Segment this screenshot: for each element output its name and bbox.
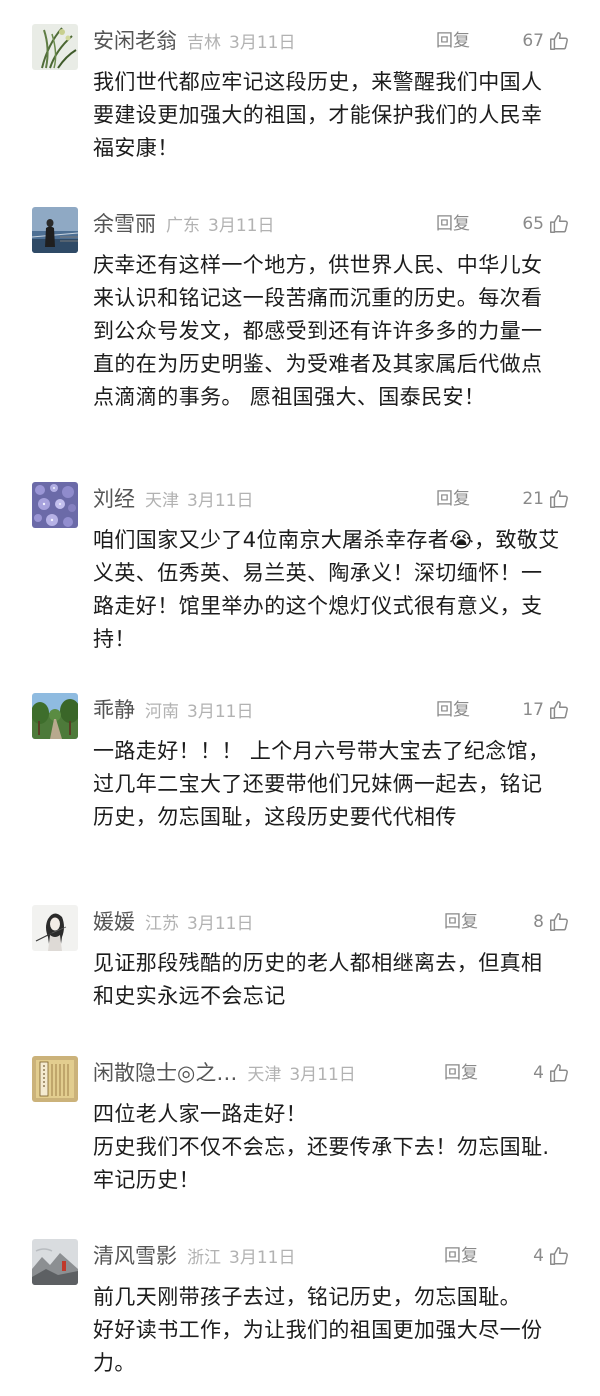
thumbs-up-icon <box>550 913 568 931</box>
avatar[interactable] <box>32 482 78 528</box>
reply-button[interactable]: 回复 <box>444 905 478 939</box>
comment-text: 我们世代都应牢记这段历史，来警醒我们中国人要建设更加强大的祖国，才能保护我们的人… <box>93 66 562 165</box>
like-button[interactable]: 8 <box>533 905 570 939</box>
username[interactable]: 闲散隐士◎之… <box>93 1061 237 1085</box>
comment-text: 见证那段残酷的历史的老人都相继离去，但真相和史实永远不会忘记 <box>93 947 562 1013</box>
like-button[interactable]: 17 <box>522 693 570 727</box>
region: 天津 <box>145 491 179 511</box>
reply-button[interactable]: 回复 <box>444 1056 478 1090</box>
thumbs-up-icon <box>550 1064 568 1082</box>
comment-text: 四位老人家一路走好！ 历史我们不仅不会忘，还要传承下去！勿忘国耻.牢记历史！ <box>93 1098 562 1197</box>
comment-paragraph: 一路走好！！！ 上个月六号带大宝去了纪念馆，过几年二宝大了还要带他们兄妹俩一起去… <box>93 739 550 829</box>
comment-text: 咱们国家又少了4位南京大屠杀幸存者😭，致敬艾义英、伍秀英、易兰英、陶承义！深切缅… <box>93 524 562 656</box>
username[interactable]: 安闲老翁 <box>93 29 177 53</box>
reply-button[interactable]: 回复 <box>436 693 470 727</box>
thumbs-up-icon <box>550 215 568 233</box>
comment-paragraph: 庆幸还有这样一个地方，供世界人民、中华儿女来认识和铭记这一段苦痛而沉重的历史。每… <box>93 253 543 409</box>
like-count: 4 <box>533 1063 544 1083</box>
date: 3月11日 <box>187 914 254 934</box>
comment-meta: 清风雪影 浙江 3月11日 回复 4 <box>93 1239 570 1273</box>
reply-button[interactable]: 回复 <box>436 207 470 241</box>
like-count: 17 <box>522 700 544 720</box>
region: 吉林 <box>187 33 221 53</box>
avatar[interactable] <box>32 207 78 253</box>
avatar[interactable] <box>32 1056 78 1102</box>
like-button[interactable]: 65 <box>522 207 570 241</box>
comment-paragraph: 四位老人家一路走好！ <box>93 1102 307 1126</box>
comment-text: 一路走好！！！ 上个月六号带大宝去了纪念馆，过几年二宝大了还要带他们兄妹俩一起去… <box>93 735 562 834</box>
like-button[interactable]: 4 <box>533 1056 570 1090</box>
like-button[interactable]: 21 <box>522 482 570 516</box>
thumbs-up-icon <box>550 490 568 508</box>
comment-paragraph: 咱们国家又少了4位南京大屠杀幸存者😭，致敬艾义英、伍秀英、易兰英、陶承义！深切缅… <box>93 528 560 651</box>
username[interactable]: 刘经 <box>93 487 135 511</box>
comment-text: 庆幸还有这样一个地方，供世界人民、中华儿女来认识和铭记这一段苦痛而沉重的历史。每… <box>93 249 562 414</box>
comment-paragraph: 我们世代都应牢记这段历史，来警醒我们中国人要建设更加强大的祖国，才能保护我们的人… <box>93 70 543 160</box>
landscape-photo-icon <box>32 1239 78 1285</box>
ancient-book-icon <box>32 1056 78 1102</box>
purple-flowers-icon <box>32 482 78 528</box>
comment-paragraph: 前几天刚带孩子去过，铭记历史，勿忘国耻。 <box>93 1285 521 1309</box>
reply-button[interactable]: 回复 <box>436 482 470 516</box>
thumbs-up-icon <box>550 1247 568 1265</box>
date: 3月11日 <box>289 1065 356 1085</box>
username[interactable]: 余雪丽 <box>93 212 156 236</box>
username[interactable]: 乖静 <box>93 698 135 722</box>
tree-lined-road-icon <box>32 693 78 739</box>
comment-meta: 乖静 河南 3月11日 回复 17 <box>93 693 570 727</box>
like-count: 65 <box>522 214 544 234</box>
like-count: 4 <box>533 1246 544 1266</box>
comment-text: 前几天刚带孩子去过，铭记历史，勿忘国耻。 好好读书工作，为让我们的祖国更加强大尽… <box>93 1281 562 1380</box>
comment-paragraph: 好好读书工作，为让我们的祖国更加强大尽一份力。 <box>93 1318 543 1375</box>
date: 3月11日 <box>208 216 275 236</box>
region: 江苏 <box>145 914 179 934</box>
like-count: 21 <box>522 489 544 509</box>
comment-meta: 闲散隐士◎之… 天津 3月11日 回复 4 <box>93 1056 570 1090</box>
orchid-plant-icon <box>32 24 78 70</box>
comment-paragraph: 历史我们不仅不会忘，还要传承下去！勿忘国耻.牢记历史！ <box>93 1135 550 1192</box>
avatar[interactable] <box>32 905 78 951</box>
like-button[interactable]: 67 <box>522 24 570 58</box>
date: 3月11日 <box>187 491 254 511</box>
region: 河南 <box>145 702 179 722</box>
sketched-girl-icon <box>32 905 78 951</box>
thumbs-up-icon <box>550 701 568 719</box>
date: 3月11日 <box>187 702 254 722</box>
like-button[interactable]: 4 <box>533 1239 570 1273</box>
comment-meta: 媛媛 江苏 3月11日 回复 8 <box>93 905 570 939</box>
reply-button[interactable]: 回复 <box>436 24 470 58</box>
username[interactable]: 清风雪影 <box>93 1244 177 1268</box>
reply-button[interactable]: 回复 <box>444 1239 478 1273</box>
region: 浙江 <box>187 1248 221 1268</box>
avatar[interactable] <box>32 24 78 70</box>
region: 天津 <box>247 1065 282 1085</box>
date: 3月11日 <box>229 33 296 53</box>
comment-meta: 安闲老翁 吉林 3月11日 回复 67 <box>93 24 570 58</box>
date: 3月11日 <box>229 1248 296 1268</box>
person-by-sea-icon <box>32 207 78 253</box>
comment-paragraph: 见证那段残酷的历史的老人都相继离去，但真相和史实永远不会忘记 <box>93 951 543 1008</box>
like-count: 67 <box>522 31 544 51</box>
like-count: 8 <box>533 912 544 932</box>
avatar[interactable] <box>32 693 78 739</box>
comment-meta: 刘经 天津 3月11日 回复 21 <box>93 482 570 516</box>
comment-meta: 余雪丽 广东 3月11日 回复 65 <box>93 207 570 241</box>
thumbs-up-icon <box>550 32 568 50</box>
avatar[interactable] <box>32 1239 78 1285</box>
region: 广东 <box>166 216 200 236</box>
username[interactable]: 媛媛 <box>93 910 135 934</box>
